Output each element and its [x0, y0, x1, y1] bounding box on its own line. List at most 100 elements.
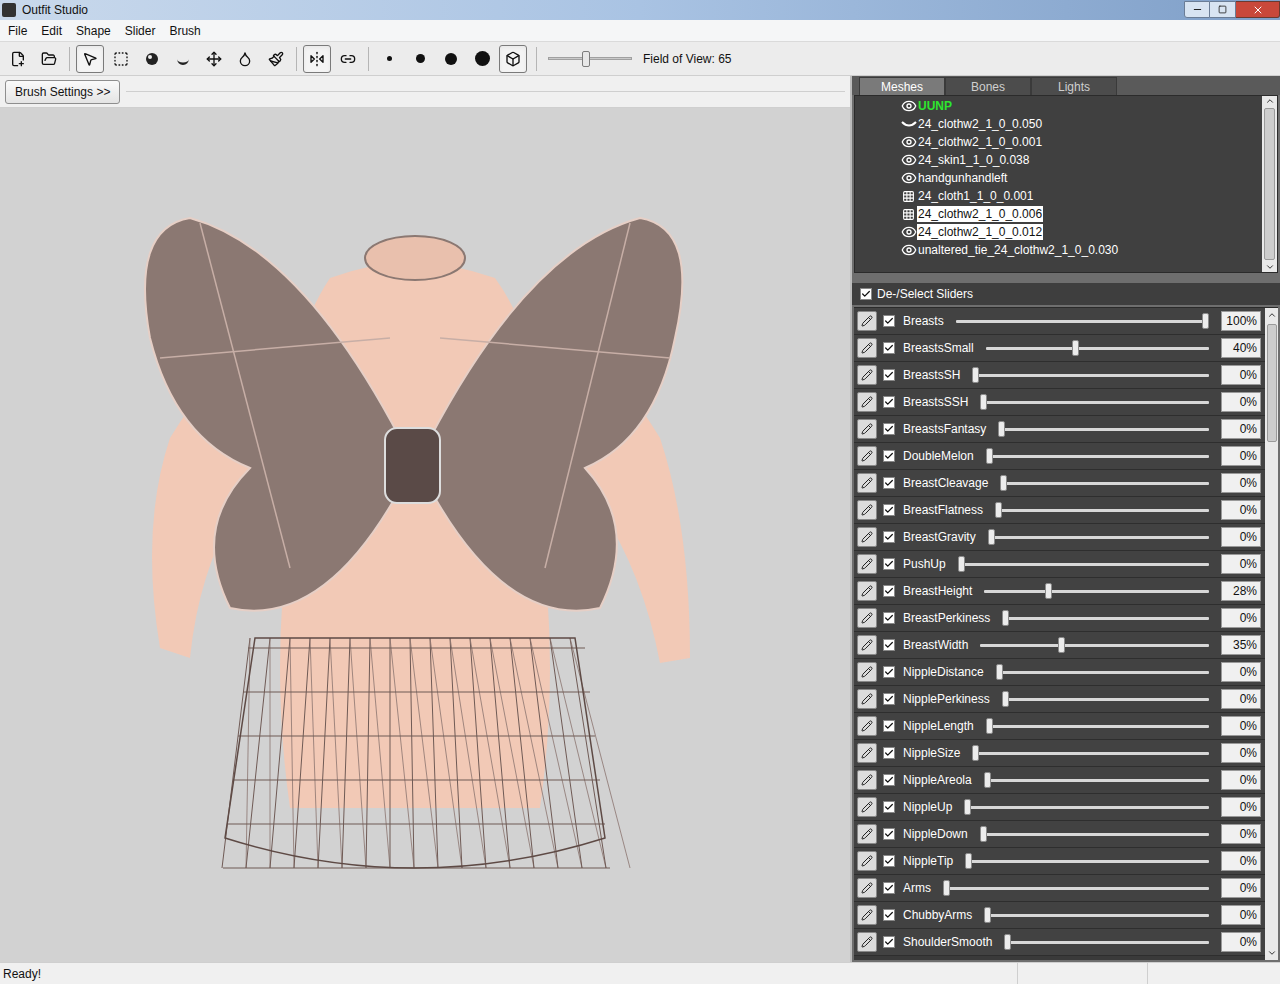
- slider-value[interactable]: 28%: [1221, 581, 1261, 601]
- tree-scrollbar[interactable]: [1262, 96, 1277, 272]
- tool-button[interactable]: [437, 45, 465, 73]
- slider-thumb[interactable]: [998, 421, 1005, 437]
- tool-button[interactable]: [231, 45, 259, 73]
- eye-icon[interactable]: [901, 170, 917, 186]
- wireframe-icon[interactable]: [902, 208, 915, 221]
- tool-button[interactable]: [406, 45, 434, 73]
- slider-value[interactable]: 0%: [1221, 878, 1261, 898]
- slider-track[interactable]: [1002, 691, 1209, 707]
- edit-slider-button[interactable]: [857, 905, 877, 925]
- slider-thumb[interactable]: [1002, 691, 1009, 707]
- mesh-item[interactable]: 24_clothw2_1_0_0.012: [855, 223, 1262, 241]
- slider-checkbox[interactable]: [883, 882, 895, 894]
- tab[interactable]: Lights: [1031, 77, 1117, 95]
- slider-checkbox[interactable]: [883, 369, 895, 381]
- slider-value[interactable]: 0%: [1221, 824, 1261, 844]
- tool-button[interactable]: [200, 45, 228, 73]
- edit-slider-button[interactable]: [857, 797, 877, 817]
- slider-thumb[interactable]: [582, 51, 590, 67]
- mesh-item[interactable]: 24_clothw2_1_0_0.050: [855, 115, 1262, 133]
- scroll-up-icon[interactable]: [1267, 310, 1277, 320]
- tool-button[interactable]: [35, 45, 63, 73]
- slider-track[interactable]: [986, 448, 1209, 464]
- edit-slider-button[interactable]: [857, 473, 877, 493]
- slider-checkbox[interactable]: [883, 504, 895, 516]
- slider-track[interactable]: [972, 367, 1209, 383]
- wireframe-icon[interactable]: [902, 190, 915, 203]
- viewport[interactable]: [0, 108, 850, 962]
- slider-checkbox[interactable]: [883, 666, 895, 678]
- slider-value[interactable]: 0%: [1221, 932, 1261, 952]
- slider-value[interactable]: 0%: [1221, 527, 1261, 547]
- closed-eye-icon[interactable]: [901, 118, 917, 130]
- slider-thumb[interactable]: [943, 880, 950, 896]
- slider-checkbox[interactable]: [883, 801, 895, 813]
- edit-slider-button[interactable]: [857, 500, 877, 520]
- edit-slider-button[interactable]: [857, 689, 877, 709]
- edit-slider-button[interactable]: [857, 635, 877, 655]
- slider-value[interactable]: 0%: [1221, 743, 1261, 763]
- slider-value[interactable]: 35%: [1221, 635, 1261, 655]
- slider-checkbox[interactable]: [883, 747, 895, 759]
- slider-thumb[interactable]: [1072, 340, 1079, 356]
- scroll-down-icon[interactable]: [1265, 262, 1275, 272]
- slider-track[interactable]: [988, 529, 1209, 545]
- scroll-thumb[interactable]: [1267, 324, 1277, 442]
- slider-checkbox[interactable]: [883, 828, 895, 840]
- slider-checkbox[interactable]: [883, 855, 895, 867]
- slider-value[interactable]: 0%: [1221, 473, 1261, 493]
- slider-checkbox[interactable]: [883, 612, 895, 624]
- deselect-sliders-checkbox[interactable]: [860, 288, 872, 300]
- slider-value[interactable]: 100%: [1221, 311, 1261, 331]
- slider-thumb[interactable]: [988, 529, 995, 545]
- slider-thumb[interactable]: [1000, 475, 1007, 491]
- brush-settings-button[interactable]: Brush Settings >>: [5, 80, 120, 104]
- eye-icon[interactable]: [901, 152, 917, 168]
- edit-slider-button[interactable]: [857, 716, 877, 736]
- menu-item[interactable]: Edit: [34, 22, 69, 40]
- tool-button[interactable]: [334, 45, 362, 73]
- mesh-item[interactable]: 24_skin1_1_0_0.038: [855, 151, 1262, 169]
- slider-checkbox[interactable]: [883, 774, 895, 786]
- scroll-down-icon[interactable]: [1267, 948, 1277, 958]
- slider-value[interactable]: 0%: [1221, 554, 1261, 574]
- slider-track[interactable]: [1000, 475, 1209, 491]
- slider-track[interactable]: [995, 502, 1209, 518]
- slider-checkbox[interactable]: [883, 558, 895, 570]
- slider-thumb[interactable]: [958, 556, 965, 572]
- edit-slider-button[interactable]: [857, 365, 877, 385]
- slider-value[interactable]: 0%: [1221, 716, 1261, 736]
- slider-track[interactable]: [956, 313, 1209, 329]
- slider-thumb[interactable]: [1202, 313, 1209, 329]
- tool-button[interactable]: [169, 45, 197, 73]
- slider-value[interactable]: 0%: [1221, 419, 1261, 439]
- slider-thumb[interactable]: [986, 718, 993, 734]
- menu-item[interactable]: Slider: [118, 22, 163, 40]
- slider-checkbox[interactable]: [883, 639, 895, 651]
- eye-icon[interactable]: [901, 134, 917, 150]
- edit-slider-button[interactable]: [857, 419, 877, 439]
- slider-value[interactable]: 0%: [1221, 608, 1261, 628]
- slider-thumb[interactable]: [980, 826, 987, 842]
- menu-item[interactable]: Brush: [162, 22, 207, 40]
- slider-track[interactable]: [984, 772, 1209, 788]
- slider-checkbox[interactable]: [883, 720, 895, 732]
- edit-slider-button[interactable]: [857, 338, 877, 358]
- mesh-item[interactable]: unaltered_tie_24_clothw2_1_0_0.030: [855, 241, 1262, 259]
- slider-checkbox[interactable]: [883, 477, 895, 489]
- mesh-item[interactable]: UUNP: [855, 97, 1262, 115]
- minimize-button[interactable]: [1184, 1, 1210, 18]
- edit-slider-button[interactable]: [857, 878, 877, 898]
- tool-button[interactable]: [138, 45, 166, 73]
- edit-slider-button[interactable]: [857, 770, 877, 790]
- slider-value[interactable]: 0%: [1221, 500, 1261, 520]
- slider-track[interactable]: [958, 556, 1209, 572]
- scroll-up-icon[interactable]: [1265, 96, 1275, 106]
- slider-track[interactable]: [984, 583, 1209, 599]
- tab[interactable]: Meshes: [859, 77, 945, 95]
- edit-slider-button[interactable]: [857, 446, 877, 466]
- slider-thumb[interactable]: [996, 664, 1003, 680]
- close-button[interactable]: [1236, 1, 1280, 18]
- edit-slider-button[interactable]: [857, 527, 877, 547]
- slider-checkbox[interactable]: [883, 396, 895, 408]
